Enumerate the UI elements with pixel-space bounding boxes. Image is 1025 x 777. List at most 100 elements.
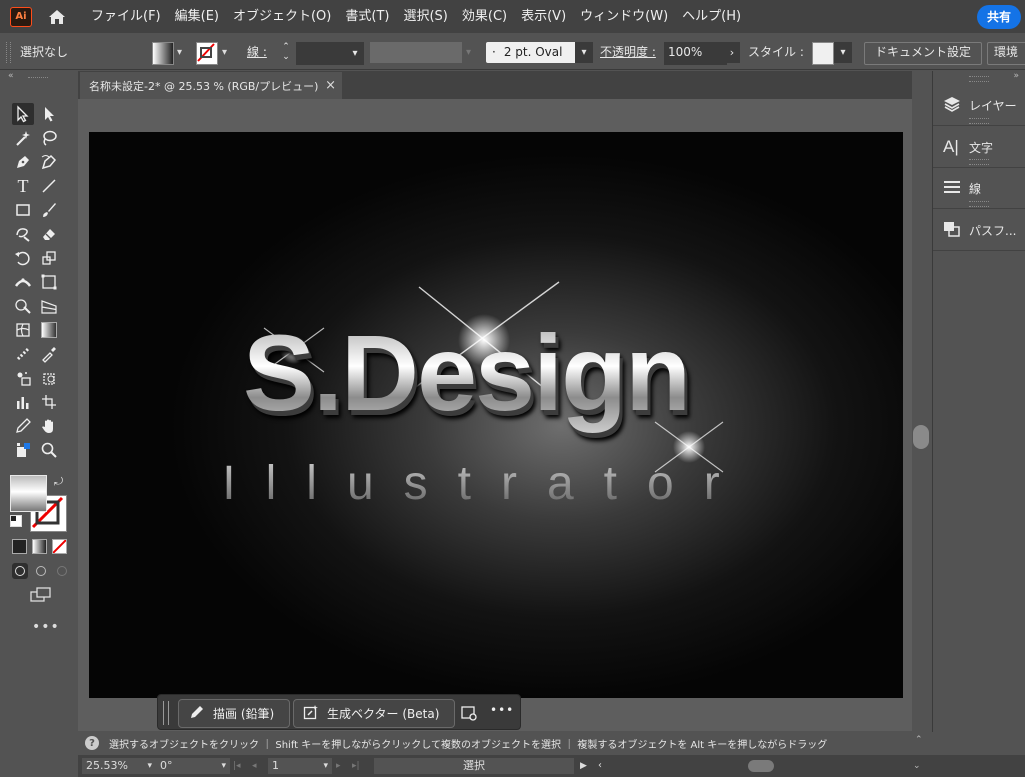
type-tool-icon[interactable]: T	[12, 175, 34, 197]
generative-vector-button[interactable]: 生成ベクター (Beta)	[293, 699, 455, 728]
draw-inside-icon[interactable]	[54, 563, 70, 579]
rotate-tool-icon[interactable]	[12, 247, 34, 269]
brush-dropdown[interactable]: ▾	[575, 42, 593, 63]
shape-builder-tool-icon[interactable]	[12, 295, 34, 317]
menu-type[interactable]: 書式(T)	[338, 0, 396, 33]
change-screen-mode-icon[interactable]	[30, 587, 52, 603]
pen-tool-icon[interactable]	[12, 151, 34, 173]
next-artboard-icon[interactable]: ▸	[336, 758, 341, 774]
opacity-arrow-icon[interactable]: ›	[724, 42, 740, 63]
panel-grip[interactable]	[969, 159, 989, 165]
toggle-screen-icon[interactable]	[12, 439, 34, 461]
column-graph-tool-icon[interactable]	[12, 391, 34, 413]
lasso-tool-icon[interactable]	[38, 127, 60, 149]
variable-width-profile[interactable]	[370, 42, 462, 63]
menu-help[interactable]: ヘルプ(H)	[675, 0, 748, 33]
menu-select[interactable]: 選択(S)	[396, 0, 454, 33]
brush-definition[interactable]: · 2 pt. Oval	[486, 42, 580, 63]
stroke-label[interactable]: 線 :	[247, 42, 267, 63]
artboard[interactable]: S.Design Illustrator	[89, 132, 903, 698]
document-tab[interactable]: 名称未設定-2* @ 25.53 % (RGB/プレビュー) ×	[80, 72, 342, 99]
scale-tool-icon[interactable]	[38, 247, 60, 269]
status-menu-icon[interactable]: ▶	[580, 758, 587, 774]
vertical-scrollbar[interactable]	[912, 99, 932, 731]
panel-pathfinder[interactable]: パスフ...	[933, 201, 1025, 251]
style-dropdown[interactable]: ▾	[834, 42, 852, 63]
panel-grip[interactable]	[969, 118, 989, 124]
hand-tool-icon[interactable]	[38, 415, 60, 437]
slice-tool-icon[interactable]	[38, 391, 60, 413]
stroke-weight-stepper[interactable]: ⌃ ⌄	[279, 42, 293, 63]
horizontal-scroll-thumb[interactable]	[748, 760, 774, 772]
vertical-scroll-thumb[interactable]	[913, 425, 929, 449]
opacity-label[interactable]: 不透明度 :	[600, 42, 656, 63]
blend-tool-icon[interactable]	[12, 343, 34, 365]
artboard-field[interactable]: 1 ▾	[268, 758, 332, 774]
opacity-field[interactable]: 100%	[664, 42, 727, 65]
stroke-swatch[interactable]	[196, 42, 218, 65]
previous-artboard-icon[interactable]: ◂	[252, 758, 257, 774]
control-grip[interactable]	[6, 42, 11, 63]
zoom-dropdown-icon[interactable]: ▾	[147, 758, 152, 774]
scroll-left-icon[interactable]: ‹	[598, 758, 602, 774]
color-mode-icon[interactable]	[12, 539, 27, 554]
gradient-mode-icon[interactable]	[32, 539, 47, 554]
stroke-dropdown-icon[interactable]: ▾	[222, 42, 227, 63]
collapse-icon[interactable]: «	[8, 71, 14, 81]
free-transform-tool-icon[interactable]	[38, 271, 60, 293]
menu-view[interactable]: 表示(V)	[514, 0, 573, 33]
panel-grip[interactable]	[969, 76, 989, 82]
menu-edit[interactable]: 編集(E)	[168, 0, 226, 33]
toolbar-grip[interactable]	[28, 77, 48, 81]
selection-tool-icon[interactable]	[12, 103, 34, 125]
symbol-sprayer-tool-icon[interactable]	[12, 367, 34, 389]
eraser-tool-icon[interactable]	[38, 223, 60, 245]
preferences-button[interactable]: 環境	[987, 42, 1025, 65]
rotation-dropdown-icon[interactable]: ▾	[221, 758, 226, 774]
rotation-field[interactable]: 0° ▾	[156, 758, 230, 774]
shaper-tool-icon[interactable]	[12, 223, 34, 245]
graphic-style-swatch[interactable]	[812, 42, 834, 65]
scroll-down-icon[interactable]: ⌄	[913, 758, 921, 774]
edit-toolbar-more-icon[interactable]: •••	[32, 619, 60, 635]
last-artboard-icon[interactable]: ▸|	[352, 758, 360, 774]
share-button[interactable]: 共有	[976, 5, 1021, 29]
taskbar-grip[interactable]	[163, 701, 169, 725]
swap-fill-stroke-icon[interactable]: ⤾	[54, 475, 63, 489]
default-colors-icon[interactable]	[10, 515, 22, 527]
fill-dropdown-icon[interactable]: ▾	[177, 42, 182, 63]
paintbrush-tool-icon[interactable]	[38, 199, 60, 221]
perspective-grid-tool-icon[interactable]	[38, 295, 60, 317]
stroke-weight-dropdown[interactable]: ▾	[346, 42, 364, 65]
draw-behind-icon[interactable]	[33, 563, 49, 579]
profile-dropdown-icon[interactable]: ▾	[466, 42, 471, 63]
menu-object[interactable]: オブジェクト(O)	[226, 0, 338, 33]
artwork-title[interactable]: S.Design	[89, 310, 873, 435]
rectangle-tool-icon[interactable]	[12, 199, 34, 221]
panel-grip[interactable]	[969, 201, 989, 207]
zoom-tool-icon[interactable]	[38, 439, 60, 461]
expand-panels-icon[interactable]: »	[1013, 71, 1019, 81]
zoom-field[interactable]: 25.53% ▾	[82, 758, 156, 774]
scroll-up-icon[interactable]: ⌃	[915, 735, 923, 745]
fill-swatch[interactable]	[152, 42, 174, 65]
artboard-dropdown-icon[interactable]: ▾	[323, 758, 328, 774]
draw-pencil-button[interactable]: 描画 (鉛筆)	[178, 699, 290, 728]
home-icon[interactable]	[46, 6, 68, 28]
magic-wand-tool-icon[interactable]	[12, 127, 34, 149]
draw-normal-icon[interactable]	[12, 563, 28, 579]
more-options-icon[interactable]: •••	[490, 703, 514, 717]
gradient-tool-icon[interactable]	[38, 319, 60, 341]
menu-effect[interactable]: 効果(C)	[455, 0, 514, 33]
mesh-tool-icon[interactable]	[12, 319, 34, 341]
line-tool-icon[interactable]	[38, 175, 60, 197]
status-mode[interactable]: 選択	[374, 758, 574, 774]
options-icon[interactable]	[460, 704, 478, 725]
help-icon[interactable]: ?	[85, 736, 99, 750]
menu-file[interactable]: ファイル(F)	[84, 0, 168, 33]
artboard-tool-icon[interactable]	[38, 367, 60, 389]
none-mode-icon[interactable]	[52, 539, 67, 554]
direct-selection-tool-icon[interactable]	[38, 103, 60, 125]
document-setup-button[interactable]: ドキュメント設定	[864, 42, 982, 65]
fill-color-swatch[interactable]	[10, 475, 47, 512]
